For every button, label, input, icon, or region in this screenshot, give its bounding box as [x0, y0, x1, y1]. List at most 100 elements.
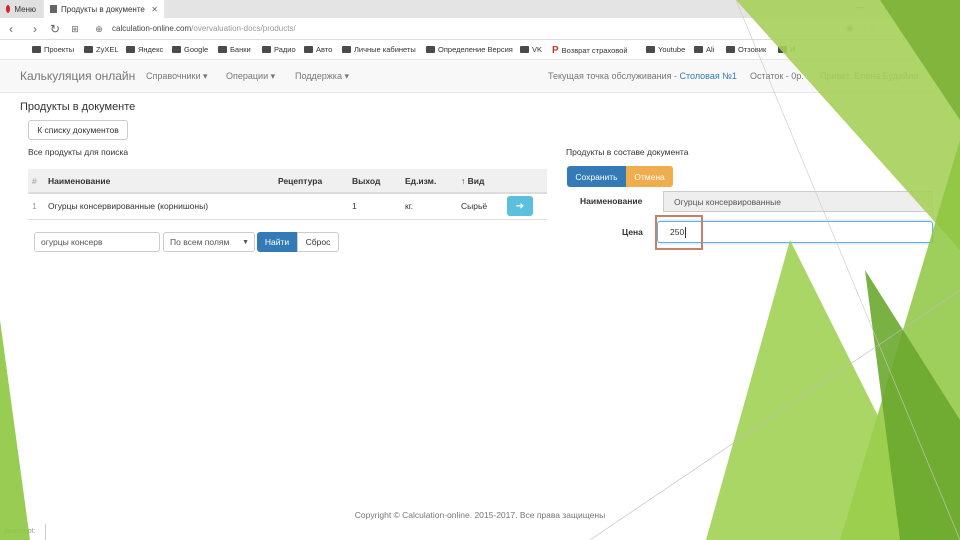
cloud-icon[interactable]: ☁ [898, 23, 907, 34]
balance-text: Остаток - 0р. [750, 71, 804, 81]
decor-triangle-bottom-dark [865, 270, 960, 540]
back-icon[interactable]: ‹ [4, 21, 18, 37]
heart-icon[interactable]: ♡ [870, 23, 878, 34]
chevron-down-icon: ▼ [242, 238, 249, 246]
brand-link[interactable]: Калькуляция онлайн [20, 69, 135, 83]
folder-icon [218, 46, 227, 53]
row-recipe [274, 193, 348, 220]
bookmark-item[interactable]: Отзовик [726, 45, 766, 54]
search-input[interactable]: огурцы консерв [34, 232, 160, 252]
bookmark-item[interactable]: Авто [304, 45, 332, 54]
nav-operations-menu[interactable]: Операции ▾ [226, 71, 275, 82]
col-recipe[interactable]: Рецептура [274, 169, 348, 194]
page-footer: Copyright © Calculation-online. 2015-201… [354, 510, 606, 520]
decor-triangle-left [0, 320, 30, 540]
bookmark-item[interactable]: Банки [218, 45, 251, 54]
download-icon[interactable]: ⇩ [920, 23, 928, 34]
reload-icon[interactable]: ↻ [48, 21, 62, 37]
url-field[interactable]: calculation-online.com/overvaluation-doc… [112, 24, 296, 33]
search-section-label: Все продукты для поиска [28, 147, 129, 157]
bookmark-item[interactable]: Google [172, 45, 208, 54]
user-greeting[interactable]: Привет, Елена Будайло [820, 71, 918, 81]
tab-menu[interactable]: Меню [0, 0, 42, 18]
folder-icon [778, 46, 787, 53]
folder-icon [646, 46, 655, 53]
bookmark-item[interactable]: Ali [694, 45, 714, 54]
folder-icon [342, 46, 351, 53]
row-number: 1 [28, 193, 44, 220]
bookmark-item[interactable]: Личные кабинеты [342, 45, 416, 54]
browser-tab-bar: Меню Продукты в документе ✕ — ☐ ✕ [0, 0, 960, 18]
site-info-icon[interactable]: ⊕ [92, 21, 106, 37]
folder-icon [694, 46, 703, 53]
add-product-button[interactable]: ➔ [507, 196, 533, 217]
speed-dial-icon[interactable]: ⊞ [68, 21, 82, 37]
bookmark-item[interactable]: VK [520, 45, 542, 54]
table-row: 1 Огурцы консервированные (корнишоны) 1 … [28, 193, 547, 220]
service-point: Текущая точка обслуживания - Столовая №1 [548, 71, 737, 81]
reset-button[interactable]: Сброс [297, 232, 339, 252]
decor-triangle-bottom [706, 240, 940, 540]
folder-icon [84, 46, 93, 53]
service-point-link[interactable]: Столовая №1 [680, 71, 737, 81]
row-name: Огурцы консервированные (корнишоны) [44, 193, 274, 220]
opera-icon [6, 5, 11, 13]
products-table: # Наименование Рецептура Выход Ед.изм. ↑… [28, 169, 547, 220]
row-unit: кг. [401, 193, 457, 220]
bookmark-item[interactable]: Яндекс [126, 45, 163, 54]
row-kind: Сырьё [457, 193, 503, 220]
col-unit[interactable]: Ед.изм. [401, 169, 457, 194]
bookmark-item[interactable]: И [778, 45, 795, 54]
folder-icon [426, 46, 435, 53]
folder-icon [32, 46, 41, 53]
url-path: /overvaluation-docs/products/ [191, 24, 296, 33]
table-header-row: # Наименование Рецептура Выход Ед.изм. ↑… [28, 169, 547, 194]
price-highlight-box [655, 215, 703, 250]
nav-references-menu[interactable]: Справочники ▾ [146, 71, 208, 82]
forward-icon[interactable]: › [28, 21, 42, 37]
folder-icon [726, 46, 735, 53]
col-number: # [28, 169, 44, 194]
arrow-right-icon: ➔ [515, 200, 525, 212]
back-to-documents-button[interactable]: К списку документов [28, 120, 128, 140]
decor-line [589, 289, 960, 540]
cancel-button[interactable]: Отмена [626, 166, 673, 187]
shield-icon[interactable]: ◉ [846, 23, 854, 34]
bookmark-item[interactable]: ZyXEL [84, 45, 119, 54]
filter-select[interactable]: По всем полям ▼ [163, 232, 255, 252]
bookmark-item[interactable]: Определение Версия [426, 45, 513, 54]
filter-select-value: По всем полям [170, 237, 230, 247]
status-bar: javascript: [0, 524, 46, 540]
address-bar: ‹ › ↻ ⊞ ⊕ calculation-online.com/overval… [0, 18, 960, 40]
col-action [503, 169, 547, 194]
url-domain: calculation-online.com [112, 24, 192, 33]
bookmark-item[interactable]: Youtube [646, 45, 685, 54]
row-action: ➔ [503, 193, 547, 220]
tab-products-label: Продукты в документе [61, 4, 145, 14]
name-label: Наименование [580, 196, 643, 206]
bookmark-item[interactable]: P Возврат страховой [552, 45, 628, 56]
bookmark-item[interactable]: Проекты [32, 45, 74, 54]
folder-icon [520, 46, 529, 53]
close-tab-icon[interactable]: ✕ [151, 5, 158, 14]
tab-menu-label: Меню [14, 4, 36, 14]
nav-support-menu[interactable]: Поддержка ▾ [295, 71, 349, 82]
p-icon: P [552, 45, 559, 56]
maximize-icon[interactable]: ☐ [884, 2, 892, 13]
bookmarks-bar: Проекты ZyXEL Яндекс Google Банки Радио … [0, 40, 960, 60]
document-icon [50, 5, 57, 13]
page-title: Продукты в документе [20, 101, 136, 113]
close-window-icon[interactable]: ✕ [912, 2, 920, 13]
col-kind[interactable]: ↑ Вид [457, 169, 503, 194]
col-name[interactable]: Наименование [44, 169, 274, 194]
folder-icon [304, 46, 313, 53]
col-yield[interactable]: Выход [348, 169, 401, 194]
name-field: Огурцы консервированные [663, 191, 933, 212]
bookmark-item[interactable]: Радио [262, 45, 296, 54]
save-button[interactable]: Сохранить [567, 166, 626, 187]
folder-icon [172, 46, 181, 53]
tab-products-in-document[interactable]: Продукты в документе ✕ [44, 0, 164, 18]
folder-icon [126, 46, 135, 53]
minimize-icon[interactable]: — [856, 2, 865, 12]
find-button[interactable]: Найти [257, 232, 297, 252]
